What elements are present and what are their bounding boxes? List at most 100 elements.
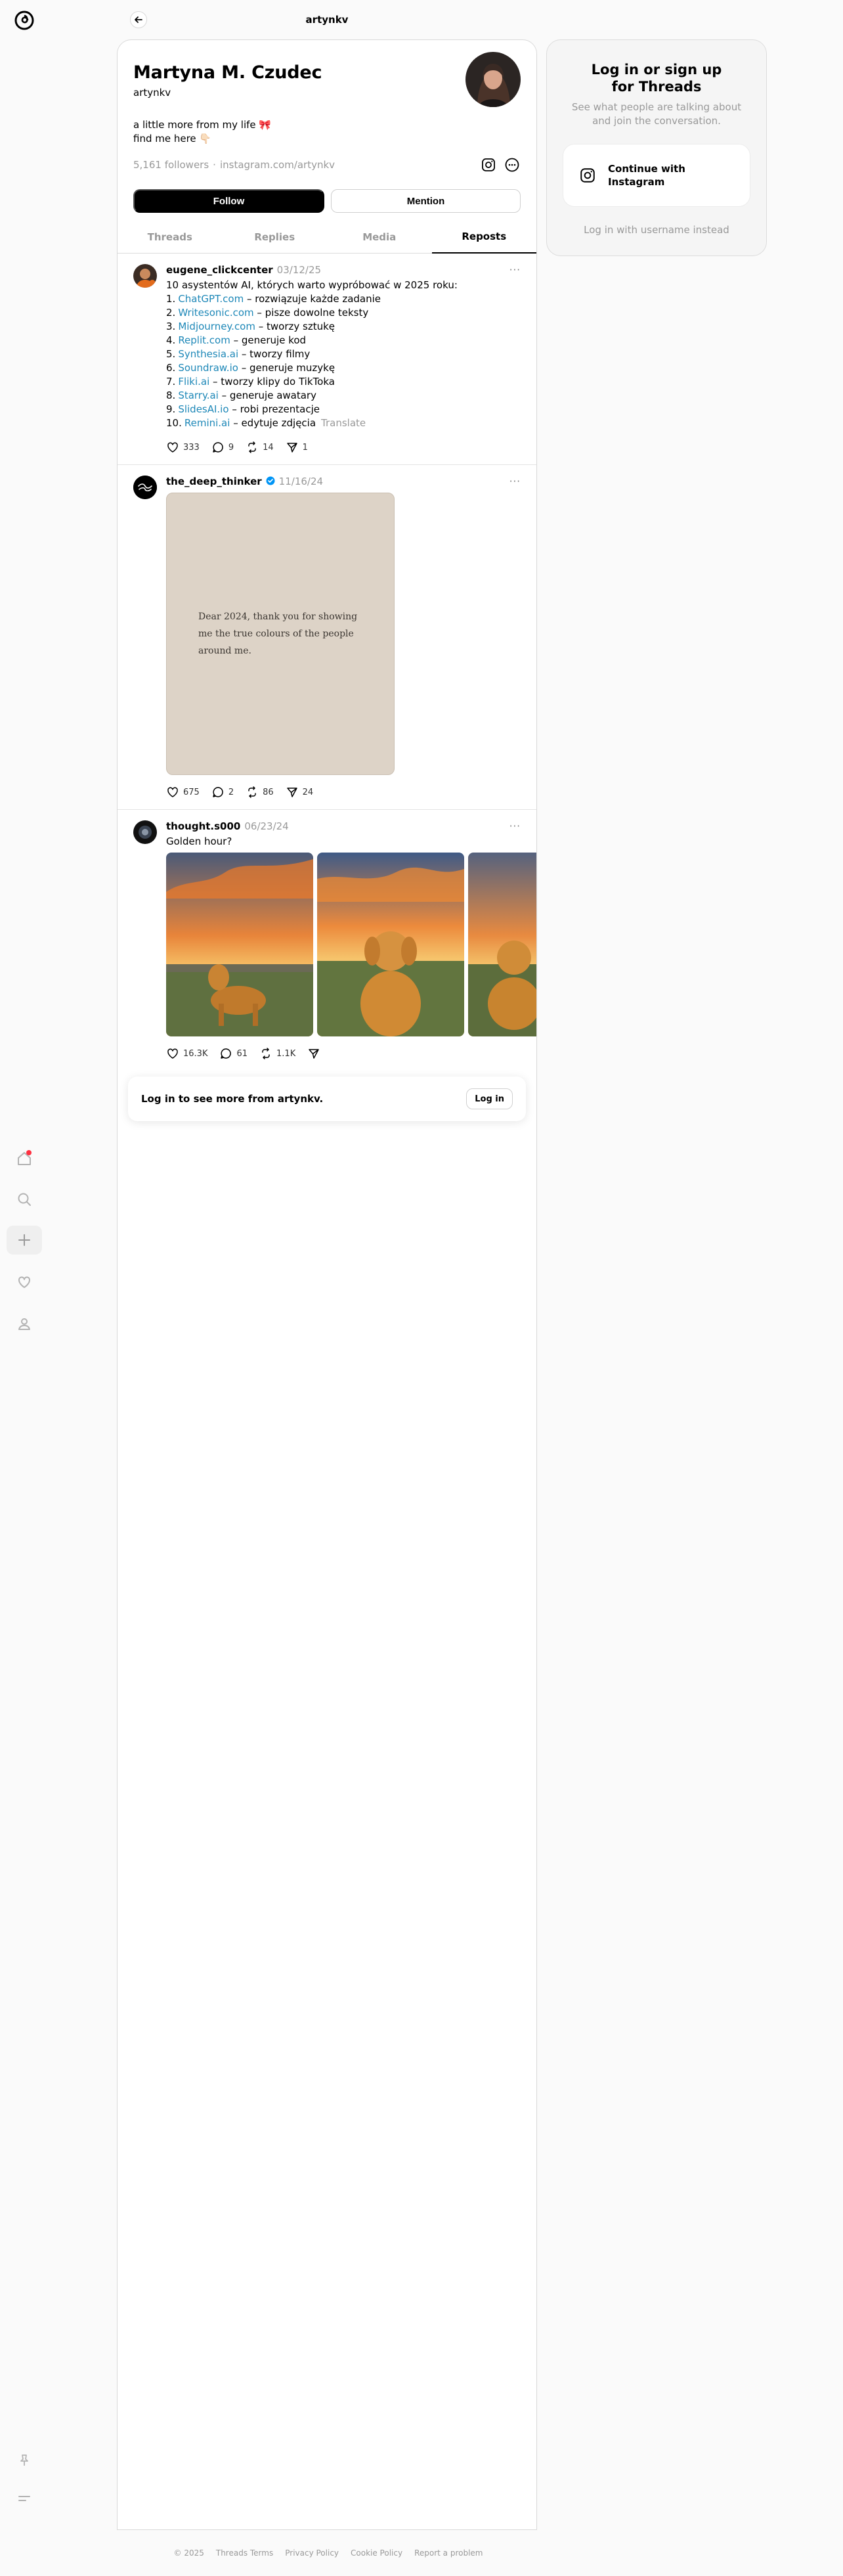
tool-link[interactable]: Fliki.ai: [178, 376, 209, 388]
footer-terms-link[interactable]: Threads Terms: [216, 2548, 273, 2558]
post-author[interactable]: eugene_clickcenter: [166, 264, 273, 276]
follow-button[interactable]: Follow: [133, 189, 324, 213]
tab-reposts[interactable]: Reposts: [431, 221, 536, 254]
username-login-link[interactable]: Log in with username instead: [563, 224, 750, 236]
post-text: Golden hour?: [166, 835, 232, 847]
dog-photo-1[interactable]: [166, 853, 313, 1036]
profile-bio: a little more from my life 🎀 find me her…: [133, 119, 272, 144]
instagram-button-label: Continue with Instagram: [608, 163, 685, 188]
post-the-deep-thinker[interactable]: the_deep_thinker 11/16/24 ··· Dear 2024,…: [118, 465, 536, 810]
tool-link[interactable]: Soundraw.io: [178, 362, 238, 374]
dog-photo-2[interactable]: [317, 853, 464, 1036]
tool-link[interactable]: Remini.ai: [184, 417, 230, 429]
menu-icon[interactable]: [7, 2484, 42, 2513]
login-banner-text: Log in to see more from artynkv.: [141, 1093, 324, 1105]
more-options-icon[interactable]: [504, 156, 521, 173]
post-author[interactable]: the_deep_thinker: [166, 476, 262, 487]
footer-privacy-link[interactable]: Privacy Policy: [285, 2548, 339, 2558]
notification-dot: [26, 1150, 32, 1155]
share-icon: [309, 1049, 319, 1059]
tool-link[interactable]: SlidesAI.io: [178, 403, 228, 415]
like-button[interactable]: 16.3K: [166, 1047, 207, 1060]
tool-description: – rozwiązuje każde zadanie: [244, 293, 381, 305]
continue-with-instagram-button[interactable]: Continue with Instagram: [563, 144, 750, 207]
post-quote-image[interactable]: Dear 2024, thank you for showing me the …: [166, 493, 395, 775]
share-button[interactable]: 24: [286, 786, 314, 799]
share-button[interactable]: 1: [286, 441, 308, 454]
post-eugene-clickcenter[interactable]: eugene_clickcenter 03/12/25 ··· 10 asyst…: [118, 254, 536, 465]
like-button[interactable]: 675: [166, 786, 200, 799]
footer-report-link[interactable]: Report a problem: [414, 2548, 483, 2558]
comment-icon: [213, 787, 223, 797]
post-thought-s000[interactable]: thought.s000 06/23/24 ··· Golden hour? 1…: [118, 810, 536, 1071]
login-banner: Log in to see more from artynkv. Log in: [128, 1077, 526, 1121]
reply-button[interactable]: 2: [211, 786, 234, 799]
translate-link[interactable]: Translate: [321, 417, 366, 429]
repost-button[interactable]: 1.1K: [259, 1047, 295, 1060]
post-more-icon[interactable]: ···: [509, 476, 521, 487]
list-item-number: 8.: [166, 389, 176, 401]
author-avatar[interactable]: [133, 820, 157, 844]
followers-count[interactable]: 5,161 followers: [133, 159, 209, 171]
home-icon[interactable]: [7, 1144, 42, 1173]
reply-button[interactable]: 9: [211, 441, 234, 454]
list-item: 9. SlidesAI.io – robi prezentacje: [166, 403, 521, 416]
tab-replies[interactable]: Replies: [222, 221, 327, 254]
post-date[interactable]: 11/16/24: [279, 476, 323, 487]
footer-cookie-link[interactable]: Cookie Policy: [351, 2548, 402, 2558]
profile-actions: Follow Mention: [133, 189, 521, 213]
list-item-number: 4.: [166, 334, 176, 346]
list-item-number: 9.: [166, 403, 176, 415]
tool-description: – tworzy klipy do TikToka: [209, 376, 335, 388]
tool-description: – generuje kod: [230, 334, 307, 346]
tab-media[interactable]: Media: [327, 221, 432, 254]
tool-link[interactable]: Midjourney.com: [178, 321, 255, 332]
post-author[interactable]: thought.s000: [166, 820, 240, 832]
meta-separator: ·: [213, 159, 216, 171]
profile-icon[interactable]: [7, 1310, 42, 1339]
quote-image-text: Dear 2024, thank you for showing me the …: [198, 611, 358, 656]
footer-copyright: © 2025: [173, 2548, 204, 2558]
profile-icons: [480, 156, 521, 173]
list-item: 3. Midjourney.com – tworzy sztukę: [166, 320, 521, 334]
list-item-number: 2.: [166, 307, 176, 319]
repost-button[interactable]: 14: [246, 441, 274, 454]
create-plus-icon[interactable]: [7, 1226, 42, 1255]
repost-count: 1.1K: [276, 1048, 296, 1059]
login-card: Log in or sign up for Threads See what p…: [546, 39, 767, 256]
threads-logo-icon[interactable]: [13, 9, 35, 32]
tool-description: – robi prezentacje: [228, 403, 320, 415]
login-button[interactable]: Log in: [466, 1088, 513, 1109]
instagram-link[interactable]: instagram.com/artynkv: [220, 159, 335, 171]
repost-button[interactable]: 86: [246, 786, 274, 799]
heart-activity-icon[interactable]: [7, 1268, 42, 1297]
dog-photo-3[interactable]: [468, 853, 536, 1036]
tool-link[interactable]: Synthesia.ai: [178, 348, 238, 360]
post-more-icon[interactable]: ···: [509, 820, 521, 832]
profile-avatar[interactable]: [465, 52, 521, 107]
author-avatar[interactable]: [133, 264, 157, 288]
search-icon[interactable]: [7, 1185, 42, 1214]
share-count: 24: [302, 787, 314, 797]
share-button[interactable]: [307, 1047, 320, 1060]
instagram-icon[interactable]: [480, 156, 497, 173]
post-intro: 10 asystentów AI, których warto wypróbow…: [166, 279, 458, 291]
tool-link[interactable]: Starry.ai: [178, 389, 219, 401]
verified-badge-icon: [266, 476, 275, 488]
tab-threads[interactable]: Threads: [118, 221, 223, 254]
post-date[interactable]: 06/23/24: [244, 820, 288, 832]
like-button[interactable]: 333: [166, 441, 200, 454]
mention-button[interactable]: Mention: [331, 189, 521, 213]
top-bar: artynkv: [117, 0, 537, 39]
post-more-icon[interactable]: ···: [509, 264, 521, 276]
tool-link[interactable]: Replit.com: [178, 334, 230, 346]
profile-name: Martyna M. Czudec: [133, 62, 322, 83]
tool-link[interactable]: Writesonic.com: [178, 307, 253, 319]
pin-icon[interactable]: [7, 2446, 42, 2475]
reply-button[interactable]: 61: [219, 1047, 248, 1060]
author-avatar[interactable]: [133, 476, 157, 499]
post-date[interactable]: 03/12/25: [277, 264, 321, 276]
photo-gallery[interactable]: [166, 853, 536, 1036]
tool-link[interactable]: ChatGPT.com: [178, 293, 244, 305]
back-arrow-icon[interactable]: [130, 11, 147, 28]
